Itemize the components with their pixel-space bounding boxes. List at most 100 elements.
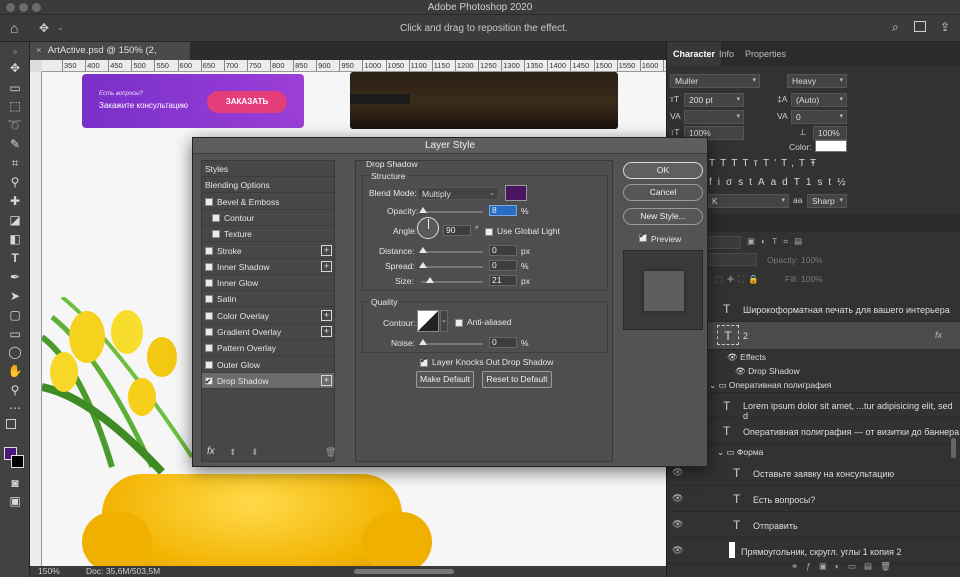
size-input[interactable]: 21: [489, 275, 517, 286]
discretionary-ligatures-button[interactable]: st: [738, 177, 758, 188]
layer-row[interactable]: T Оперативная полиграфия — от визитки до…: [667, 418, 960, 444]
noise-input[interactable]: 0: [489, 337, 517, 348]
lasso-tool-icon[interactable]: ➰: [6, 117, 24, 133]
style-item-blending-options[interactable]: Blending Options: [202, 177, 334, 194]
font-family-select[interactable]: Muller ▾: [670, 74, 760, 88]
style-checkbox[interactable]: [205, 279, 213, 288]
superscript-button[interactable]: T': [763, 158, 781, 169]
style-checkbox[interactable]: [205, 197, 213, 206]
size-slider[interactable]: [421, 277, 483, 283]
rounded-rectangle-icon[interactable]: ▭: [6, 326, 24, 342]
ligatures-button[interactable]: fi: [709, 177, 726, 188]
stylistic-button[interactable]: ad: [771, 177, 794, 188]
style-item-drop-shadow[interactable]: Drop Shadow +: [202, 372, 334, 390]
style-item-gradient-overlay[interactable]: Gradient Overlay +: [202, 324, 334, 340]
minimize-window-button[interactable]: [19, 3, 28, 12]
horizontal-scale-field[interactable]: 100%: [813, 126, 847, 140]
distance-slider-thumb[interactable]: [419, 247, 427, 253]
layer-row[interactable]: 👁 T Есть вопросы?: [667, 486, 960, 512]
typographic-buttons[interactable]: TTTTтT'T,TŦ: [709, 158, 821, 169]
blend-mode-select[interactable]: Multiply ⌄: [417, 187, 499, 200]
style-checkbox[interactable]: [205, 246, 213, 255]
fx-menu-button[interactable]: fx: [207, 446, 215, 457]
new-style-button[interactable]: New Style...: [623, 208, 703, 225]
rectangle-tool-icon[interactable]: ▢: [6, 307, 24, 323]
zoom-window-button[interactable]: [32, 3, 41, 12]
antialias-select[interactable]: Sharp ▾: [807, 194, 847, 208]
style-item-outer-glow[interactable]: Outer Glow: [202, 357, 334, 373]
eye-icon[interactable]: 👁: [672, 519, 683, 529]
more-tools-icon[interactable]: ⋯: [6, 400, 24, 416]
close-tab-icon[interactable]: ×: [36, 45, 42, 56]
size-slider-thumb[interactable]: [426, 277, 434, 283]
knocks-out-checkbox[interactable]: [420, 356, 428, 367]
preview-checkbox[interactable]: [639, 231, 647, 242]
hand-tool-icon[interactable]: ✋: [6, 363, 24, 379]
old-style-button[interactable]: σ: [726, 177, 738, 188]
chevron-down-icon[interactable]: ⌄: [440, 310, 448, 332]
add-effect-icon[interactable]: +: [321, 244, 332, 256]
style-checkbox[interactable]: [212, 213, 220, 222]
default-colors-icon[interactable]: [6, 419, 16, 429]
ordinals-button[interactable]: 1st: [806, 177, 837, 188]
tab-properties[interactable]: Properties: [739, 42, 792, 66]
angle-input[interactable]: 90: [443, 225, 471, 236]
noise-slider-thumb[interactable]: [419, 339, 427, 345]
close-window-button[interactable]: [6, 3, 15, 12]
add-effect-icon[interactable]: +: [321, 260, 332, 272]
strikethrough-button[interactable]: Ŧ: [810, 158, 821, 169]
move-tool-options-icon[interactable]: ✥: [39, 21, 49, 35]
layer-fill-value[interactable]: 100%: [801, 274, 823, 284]
layers-scrollbar[interactable]: [951, 438, 956, 458]
subscript-button[interactable]: T,: [781, 158, 799, 169]
style-checkbox[interactable]: [205, 360, 213, 369]
eye-icon[interactable]: 👁: [672, 467, 683, 477]
eyedropper-tool-icon[interactable]: ⚲: [6, 174, 24, 190]
horizontal-scrollbar[interactable]: [354, 569, 454, 574]
chevron-down-icon[interactable]: ⌄: [57, 23, 64, 32]
path-selection-icon[interactable]: ➤: [6, 288, 24, 304]
faux-bold-button[interactable]: T: [709, 158, 720, 169]
tracking-field[interactable]: 0 ▾: [791, 110, 847, 124]
spread-slider-thumb[interactable]: [419, 262, 427, 268]
eye-icon[interactable]: 👁: [735, 366, 746, 376]
search-icon[interactable]: ⌕: [892, 20, 899, 35]
move-down-icon[interactable]: ⬇: [251, 447, 259, 458]
eye-icon[interactable]: 👁: [672, 493, 683, 503]
opentype-buttons[interactable]: fiσstAadT1st½: [709, 177, 852, 188]
ruler-origin[interactable]: [30, 60, 42, 72]
anti-aliased-checkbox[interactable]: [455, 319, 463, 327]
drop-shadow-effect-row[interactable]: 👁 Drop Shadow: [735, 366, 800, 377]
home-icon[interactable]: ⌂: [10, 20, 18, 36]
titling-button[interactable]: T: [794, 177, 806, 188]
delete-effect-icon[interactable]: 🗑: [325, 447, 336, 458]
eye-icon[interactable]: 👁: [727, 352, 738, 362]
blend-mode-select[interactable]: [707, 253, 757, 266]
eraser-tool-icon[interactable]: ◪: [6, 212, 24, 228]
style-item-stroke[interactable]: Stroke +: [202, 243, 334, 259]
font-style-select[interactable]: Heavy ▾: [787, 74, 847, 88]
opacity-slider[interactable]: [419, 207, 483, 213]
layer-row[interactable]: T Широкоформатная печать для вашего инте…: [667, 296, 960, 322]
spread-slider[interactable]: [419, 262, 483, 268]
language-select[interactable]: K ▾: [707, 194, 789, 208]
shadow-color-swatch[interactable]: [505, 185, 527, 201]
reset-to-default-button[interactable]: Reset to Default: [482, 371, 552, 388]
make-default-button[interactable]: Make Default: [416, 371, 474, 388]
fractions-button[interactable]: ½: [837, 177, 851, 188]
eye-icon[interactable]: 👁: [672, 545, 683, 555]
artboard-tool-icon[interactable]: ▭: [6, 80, 24, 96]
opacity-input[interactable]: 8: [489, 205, 517, 216]
effects-row[interactable]: 👁 Effects: [727, 352, 766, 363]
underline-button[interactable]: T: [799, 158, 810, 169]
chevron-down-icon[interactable]: ⌄: [717, 447, 724, 457]
ellipse-tool-icon[interactable]: ◯: [6, 344, 24, 360]
healing-brush-icon[interactable]: ✚: [6, 193, 24, 209]
style-item-pattern-overlay[interactable]: Pattern Overlay: [202, 340, 334, 357]
layer-opacity-value[interactable]: 100%: [801, 255, 823, 265]
noise-slider[interactable]: [419, 339, 483, 345]
all-caps-button[interactable]: TT: [720, 158, 742, 169]
kerning-field[interactable]: ▾: [684, 110, 744, 124]
screen-mode-icon[interactable]: ▣: [6, 493, 24, 509]
distance-slider[interactable]: [419, 247, 483, 253]
